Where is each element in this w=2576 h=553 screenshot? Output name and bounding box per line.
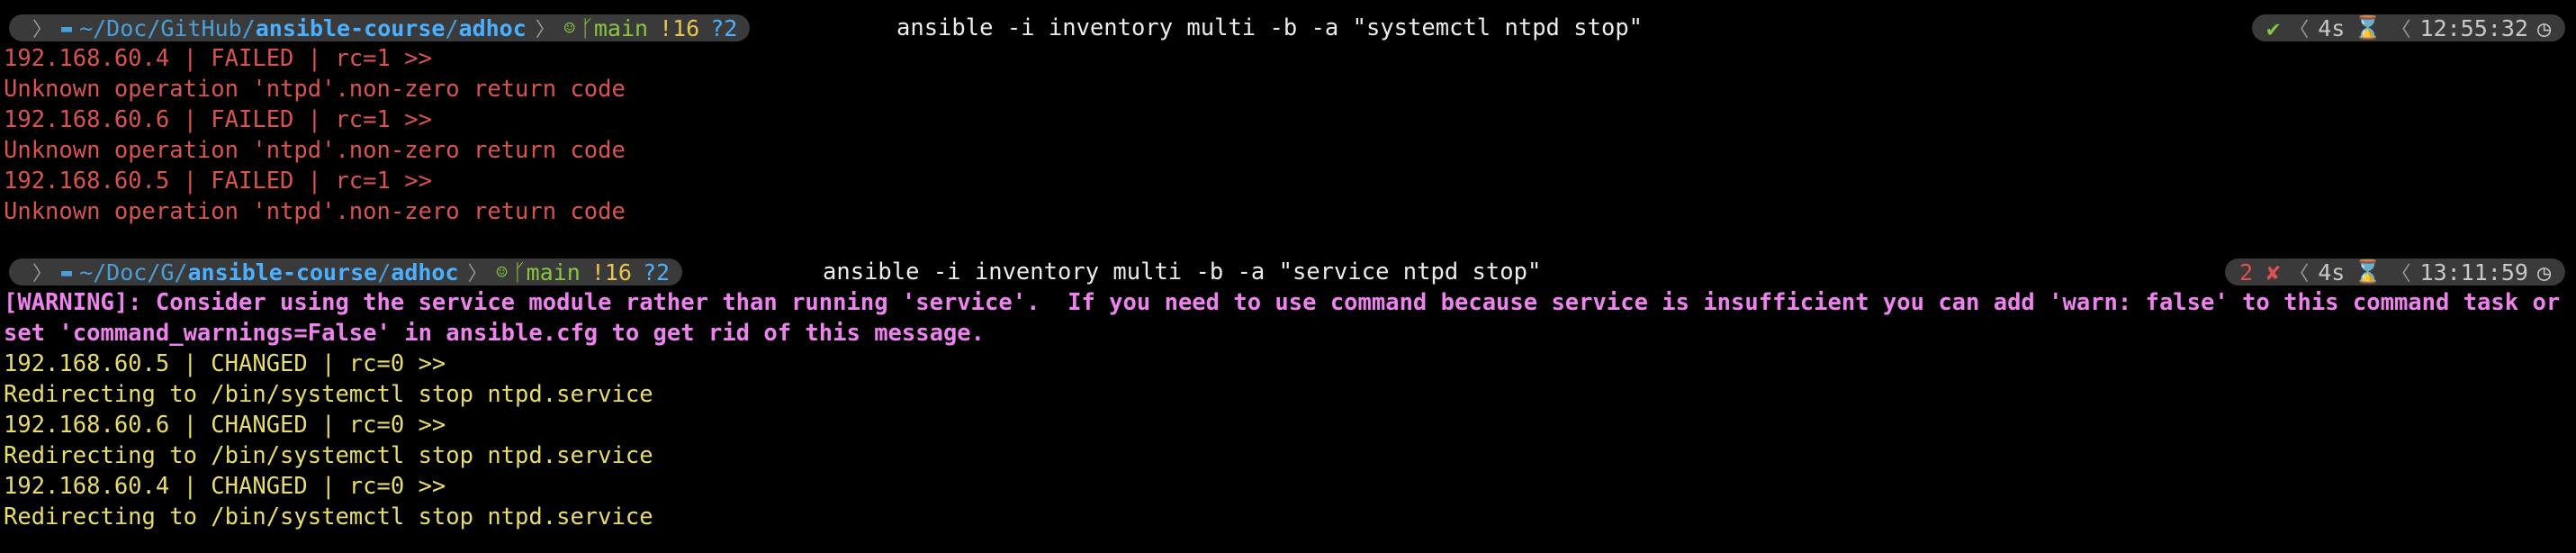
output-line: Unknown operation 'ntpd'.non-zero return… bbox=[4, 76, 626, 103]
path-repo: ansible-course bbox=[187, 258, 378, 286]
output-line: Redirecting to /bin/systemctl stop ntpd.… bbox=[4, 503, 653, 530]
command-duration: 4s bbox=[2318, 14, 2346, 41]
prompt-right-segment: ✔ 〈 4s ⌛ 〈 12:55:32 ◷ bbox=[2252, 14, 2565, 41]
git-untracked-count: ?2 bbox=[710, 14, 738, 41]
output-line: 192.168.60.6 | CHANGED | rc=0 >> bbox=[4, 412, 446, 439]
prompt-left-segment: 〉 ▬ ~/Doc/GitHub/ansible-course / adhoc 〉 … bbox=[9, 14, 751, 41]
output-line: 192.168.60.4 | FAILED | rc=1 >> bbox=[4, 45, 432, 72]
git-branch-name: main bbox=[593, 14, 649, 41]
prompt-time: 12:55:32 bbox=[2419, 14, 2528, 41]
path-repo: ansible-course bbox=[255, 14, 446, 41]
segment-separator-icon: 〉 bbox=[32, 263, 53, 286]
git-modified-count: !16 bbox=[659, 14, 700, 41]
git-untracked-count: ?2 bbox=[642, 258, 671, 286]
hourglass-icon: ⌛ bbox=[2354, 14, 2382, 41]
prompt-left-segment: 〉 ▬ ~/Doc/G/ansible-course / adhoc 〉 ☺ ᚴ m… bbox=[9, 258, 683, 286]
path-current-dir: adhoc bbox=[458, 14, 527, 41]
command-text[interactable]: ansible -i inventory multi -b -a "system… bbox=[896, 13, 1643, 43]
segment-separator-icon: 〈 bbox=[2289, 263, 2310, 286]
segment-separator-icon: 〈 bbox=[2391, 263, 2411, 286]
folder-icon: ▬ bbox=[61, 261, 73, 283]
command-text[interactable]: ansible -i inventory multi -b -a "servic… bbox=[823, 257, 1541, 287]
clock-icon: ◷ bbox=[2536, 258, 2551, 286]
path-prefix: ~/Doc/GitHub/ bbox=[79, 14, 256, 41]
path-current-dir: adhoc bbox=[391, 258, 459, 286]
path-slash: / bbox=[445, 14, 459, 41]
output-line: Redirecting to /bin/systemctl stop ntpd.… bbox=[4, 381, 653, 408]
git-branch-icon: ᚴ bbox=[580, 14, 594, 41]
git-modified-count: !16 bbox=[590, 258, 632, 286]
segment-separator-icon: 〈 bbox=[2391, 19, 2411, 41]
output-line: 192.168.60.5 | CHANGED | rc=0 >> bbox=[4, 350, 446, 377]
prompt-right-segment: 2 ✘ 〈 4s ⌛ 〈 13:11:59 ◷ bbox=[2225, 258, 2565, 286]
path-slash: / bbox=[377, 258, 392, 286]
output-line: 192.168.60.6 | FAILED | rc=1 >> bbox=[4, 106, 432, 133]
segment-separator-icon: 〈 bbox=[2289, 19, 2310, 41]
git-branch-icon: ᚴ bbox=[512, 258, 527, 286]
output-line: Unknown operation 'ntpd'.non-zero return… bbox=[4, 198, 626, 225]
github-cat-icon: ☺ bbox=[563, 17, 575, 39]
command-duration: 4s bbox=[2318, 258, 2346, 286]
segment-separator-icon: 〉 bbox=[535, 19, 555, 41]
segment-separator-icon: 〉 bbox=[467, 263, 488, 286]
exit-status-ok: ✔ bbox=[2266, 14, 2281, 41]
prompt-time: 13:11:59 bbox=[2419, 258, 2528, 286]
github-cat-icon: ☺ bbox=[496, 261, 508, 283]
exit-status-error: 2 ✘ bbox=[2239, 258, 2281, 286]
git-branch-name: main bbox=[526, 258, 581, 286]
segment-separator-icon: 〉 bbox=[32, 19, 53, 41]
path-prefix: ~/Doc/G/ bbox=[79, 258, 188, 286]
warning-message: [WARNING]: Consider using the service mo… bbox=[4, 289, 2561, 347]
hourglass-icon: ⌛ bbox=[2354, 258, 2382, 285]
output-line: Redirecting to /bin/systemctl stop ntpd.… bbox=[4, 442, 653, 469]
prompt-line-1: 〉 ▬ ~/Doc/GitHub/ansible-course / adhoc 〉 … bbox=[0, 13, 2576, 43]
output-line: 192.168.60.4 | CHANGED | rc=0 >> bbox=[4, 473, 446, 500]
folder-icon: ▬ bbox=[61, 17, 73, 39]
output-line: Unknown operation 'ntpd'.non-zero return… bbox=[4, 137, 626, 164]
terminal-window[interactable]: 〉 ▬ ~/Doc/GitHub/ansible-course / adhoc 〉 … bbox=[0, 0, 2576, 553]
prompt-line-2: 〉 ▬ ~/Doc/G/ansible-course / adhoc 〉 ☺ ᚴ m… bbox=[0, 257, 2576, 287]
output-line: 192.168.60.5 | FAILED | rc=1 >> bbox=[4, 168, 432, 195]
clock-icon: ◷ bbox=[2536, 14, 2551, 41]
